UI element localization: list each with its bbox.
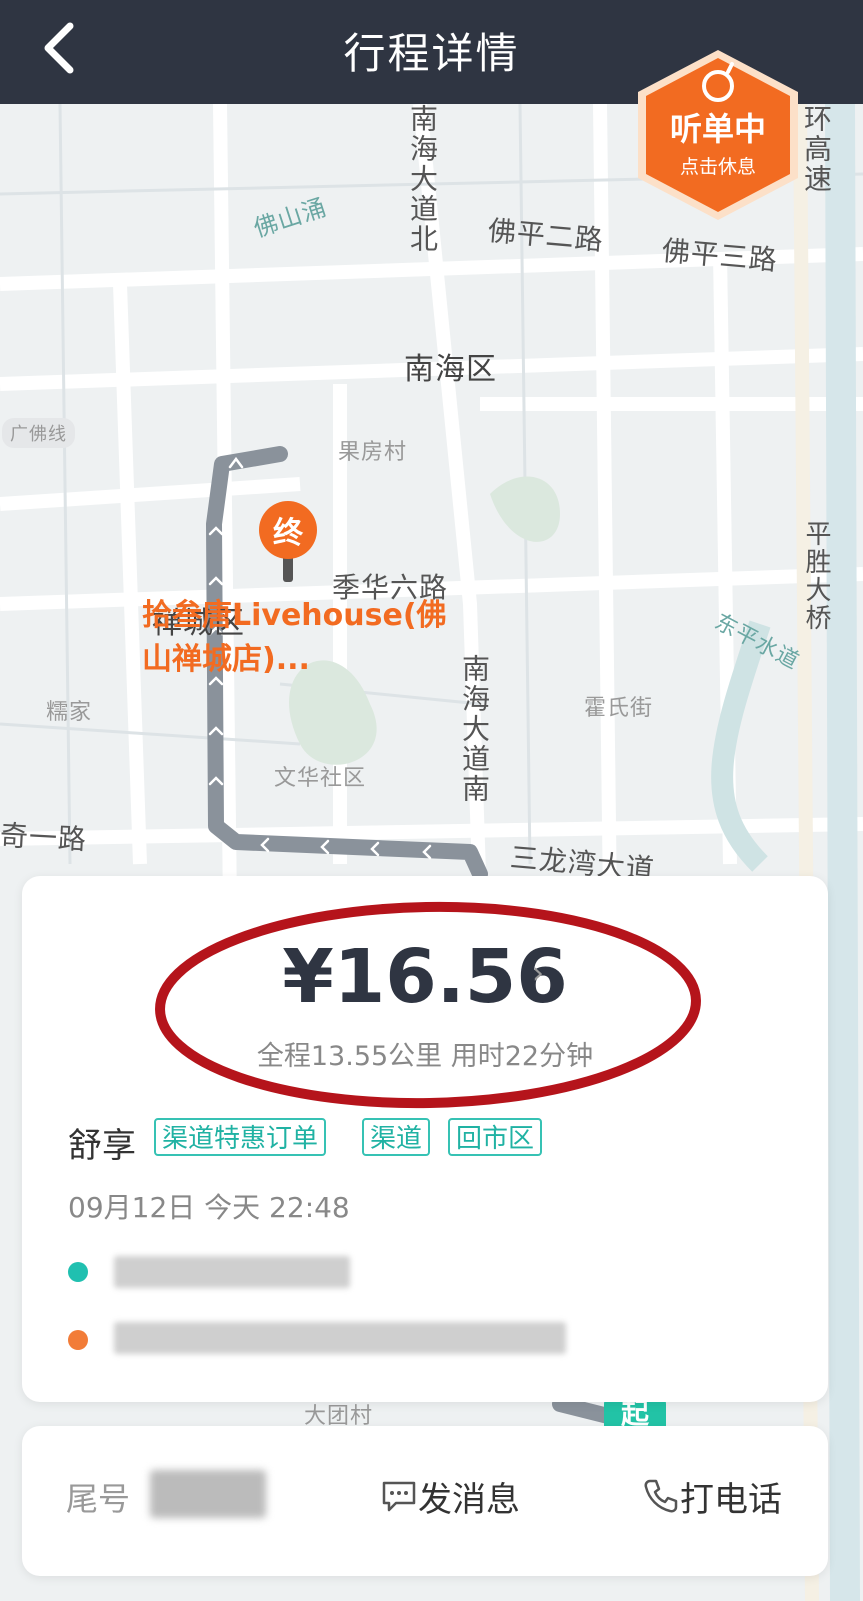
end-address-redacted	[114, 1322, 566, 1354]
listening-status-title: 听单中	[669, 110, 766, 148]
tag-channel-discount: 渠道特惠订单	[154, 1118, 327, 1156]
start-address-redacted	[114, 1256, 350, 1288]
end-dot-icon	[68, 1330, 88, 1350]
map-label-community: 文华社区	[274, 766, 367, 791]
map-label-road: 南海大道北	[406, 104, 439, 254]
driver-contact-bar: 尾号 发消息 打电话	[22, 1426, 828, 1576]
send-message-button[interactable]: 发消息	[380, 1470, 520, 1522]
message-icon	[382, 1481, 416, 1512]
map-label-district: 南海区	[404, 352, 497, 387]
map-label-road: 奇一路	[0, 818, 88, 857]
car-type: 舒享	[68, 1126, 136, 1166]
end-marker-label: 终	[273, 516, 303, 551]
map-label-village: 果房村	[338, 440, 408, 465]
call-label: 打电话	[680, 1479, 782, 1520]
tag-channel: 渠道	[362, 1118, 431, 1156]
tag-back-to-city: 回市区	[448, 1118, 543, 1156]
call-button[interactable]: 打电话	[642, 1470, 782, 1522]
map-label-village: 糯家	[46, 700, 93, 725]
map-label-bridge: 平胜大桥	[801, 520, 831, 632]
red-circle-annotation	[155, 901, 701, 1109]
plate-tail-label: 尾号	[66, 1480, 131, 1518]
listening-status-badge[interactable]: 听单中 点击休息	[632, 46, 804, 224]
send-message-label: 发消息	[418, 1479, 520, 1520]
trip-datetime: 09月12日 今天 22:48	[68, 1191, 350, 1224]
map-label-metro: 广佛线	[2, 418, 75, 448]
map-label-street: 霍氏街	[584, 696, 654, 721]
trip-detail-card: ¥16.56 › 全程13.55公里 用时22分钟 舒享 渠道特惠订单 渠道 回…	[22, 876, 828, 1402]
plate-tail-number-redacted	[150, 1470, 266, 1518]
destination-label: 拾叁唐Livehouse(佛山禅城店)...	[142, 598, 447, 677]
start-dot-icon	[68, 1262, 88, 1282]
phone-icon	[644, 1479, 678, 1513]
end-point-marker[interactable]: 终	[256, 500, 320, 590]
listening-status-subtitle: 点击休息	[679, 156, 756, 178]
